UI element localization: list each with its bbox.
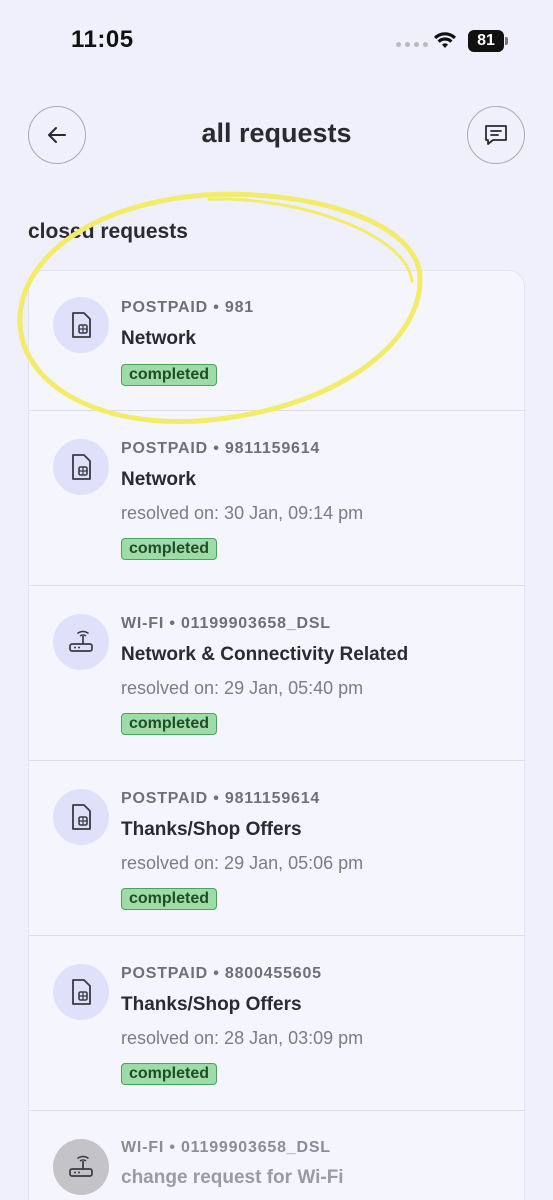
status-badge: completed [121, 364, 218, 386]
status-badge: completed [121, 538, 218, 560]
battery-level: 81 [468, 30, 504, 52]
redaction-mark [259, 296, 409, 334]
battery-icon: 81 [468, 30, 508, 52]
wifi-icon [434, 32, 456, 48]
sim-card-icon [53, 789, 109, 845]
sim-card-icon [53, 439, 109, 495]
sim-card-icon [53, 297, 109, 353]
resolved-date: resolved on: 29 Jan, 05:06 pm [121, 853, 364, 873]
status-badge: completed [121, 1063, 218, 1085]
request-row[interactable]: WI-FI • 01199903658_DSL Network & Connec… [29, 586, 524, 761]
section-title: closed requests [28, 220, 188, 243]
request-title: change request for Wi-Fi [121, 1167, 344, 1188]
request-meta: POSTPAID • 981 [121, 299, 254, 316]
request-title: Thanks/Shop Offers [121, 994, 302, 1015]
status-badge: completed [121, 713, 218, 735]
request-row[interactable]: POSTPAID • 8800455605 Thanks/Shop Offers… [29, 936, 524, 1111]
resolved-date: resolved on: 28 Jan, 03:09 pm [121, 1028, 364, 1048]
status-badge: completed [121, 888, 218, 910]
request-row[interactable]: POSTPAID • 9811159614 Thanks/Shop Offers… [29, 761, 524, 936]
request-row[interactable]: POSTPAID • 981 Network completed [29, 271, 524, 411]
header: all requests [0, 106, 553, 164]
request-title: Network [121, 469, 196, 490]
request-title: Network & Connectivity Related [121, 644, 409, 665]
cellular-signal-icon [396, 42, 428, 47]
request-meta: WI-FI • 01199903658_DSL [121, 615, 331, 632]
sim-card-icon [53, 964, 109, 1020]
router-icon [53, 1139, 109, 1195]
request-row[interactable]: WI-FI • 01199903658_DSL change request f… [29, 1111, 524, 1200]
chat-button[interactable] [467, 106, 525, 164]
router-icon [53, 614, 109, 670]
request-title: Network [121, 328, 196, 349]
resolved-date: resolved on: 29 Jan, 05:40 pm [121, 678, 364, 698]
request-meta: POSTPAID • 9811159614 [121, 790, 321, 807]
status-time: 11:05 [71, 26, 134, 53]
request-meta: POSTPAID • 9811159614 [121, 440, 321, 457]
request-title: Thanks/Shop Offers [121, 819, 302, 840]
chat-icon [485, 125, 507, 145]
request-row[interactable]: POSTPAID • 9811159614 Network resolved o… [29, 411, 524, 586]
request-meta: POSTPAID • 8800455605 [121, 965, 322, 982]
request-meta: WI-FI • 01199903658_DSL [121, 1139, 331, 1156]
status-bar: 11:05 81 [0, 0, 553, 80]
resolved-date: resolved on: 30 Jan, 09:14 pm [121, 503, 364, 523]
requests-card: POSTPAID • 981 Network completed POSTPAI… [28, 270, 525, 1200]
